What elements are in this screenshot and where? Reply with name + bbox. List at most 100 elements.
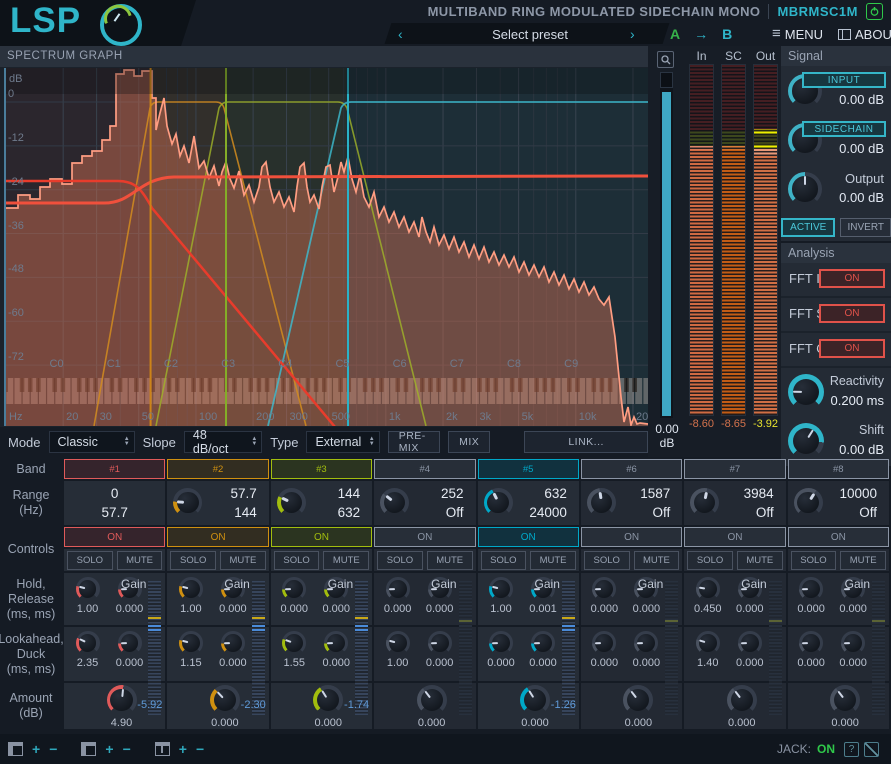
band-lookahead-knob[interactable]	[489, 631, 513, 655]
band-name-button[interactable]: #1	[64, 459, 165, 479]
band-hold-knob[interactable]	[799, 577, 823, 601]
mode-spinner[interactable]: ▲▼	[124, 437, 130, 447]
band-duck-knob[interactable]	[428, 631, 452, 655]
band-name-button[interactable]: #5	[478, 459, 579, 479]
minus-button[interactable]: −	[123, 743, 131, 755]
minus-button[interactable]: −	[196, 743, 204, 755]
band-solo-button[interactable]: SOLO	[481, 551, 527, 570]
band-lookahead-knob[interactable]	[76, 631, 100, 655]
band-on-button[interactable]: ON	[788, 527, 889, 547]
band-range-knob[interactable]	[794, 488, 823, 517]
mix-button[interactable]: MIX	[448, 431, 490, 453]
band-solo-button[interactable]: SOLO	[67, 551, 113, 570]
band-hold-knob[interactable]	[386, 577, 410, 601]
minus-button[interactable]: −	[49, 743, 57, 755]
slope-spinner[interactable]: ▲▼	[251, 437, 257, 447]
band-amount-knob[interactable]	[210, 685, 240, 715]
sidechain-button[interactable]: SIDECHAIN	[802, 121, 886, 137]
mode-select[interactable]: Classic ▲▼	[49, 431, 135, 453]
band-mute-button[interactable]: MUTE	[737, 551, 783, 570]
band-name-button[interactable]: #6	[581, 459, 682, 479]
band-hold-knob[interactable]	[179, 577, 203, 601]
text-layout-icon[interactable]	[155, 742, 170, 756]
band-on-button[interactable]: ON	[167, 527, 268, 547]
resize-icon[interactable]	[864, 742, 879, 757]
band-lookahead-knob[interactable]	[386, 631, 410, 655]
band-amount-knob[interactable]	[623, 685, 653, 715]
band-mute-button[interactable]: MUTE	[634, 551, 680, 570]
type-spinner[interactable]: ▲▼	[369, 437, 375, 447]
band-name-button[interactable]: #8	[788, 459, 889, 479]
layout-icon[interactable]	[81, 742, 96, 756]
band-on-button[interactable]: ON	[374, 527, 475, 547]
band-solo-button[interactable]: SOLO	[584, 551, 630, 570]
band-range-knob[interactable]	[380, 488, 409, 517]
slope-select[interactable]: 48 dB/oct ▲▼	[184, 431, 262, 453]
shift-knob[interactable]	[788, 423, 824, 459]
band-range-knob[interactable]	[587, 488, 616, 517]
ab-b-button[interactable]: B	[722, 26, 732, 42]
band-lookahead-knob[interactable]	[179, 631, 203, 655]
band-amount-knob[interactable]	[107, 685, 137, 715]
band-name-button[interactable]: #2	[167, 459, 268, 479]
plus-button[interactable]: +	[32, 743, 40, 755]
layout-icon[interactable]	[8, 742, 23, 756]
band-duck-knob[interactable]	[634, 631, 658, 655]
band-name-button[interactable]: #4	[374, 459, 475, 479]
band-amount-knob[interactable]	[417, 685, 447, 715]
band-on-button[interactable]: ON	[581, 527, 682, 547]
band-duck-knob[interactable]	[738, 631, 762, 655]
power-icon[interactable]	[866, 3, 883, 20]
band-range-knob[interactable]	[277, 488, 306, 517]
graph-zoom-button[interactable]	[657, 51, 674, 68]
graph-zoom-fader[interactable]	[660, 72, 673, 418]
band-solo-button[interactable]: SOLO	[170, 551, 216, 570]
preset-prev-button[interactable]: ‹	[398, 26, 403, 42]
invert-button[interactable]: INVERT	[840, 218, 891, 237]
band-hold-knob[interactable]	[696, 577, 720, 601]
fft-on-button[interactable]: ON	[819, 339, 885, 358]
ab-a-button[interactable]: A	[670, 26, 680, 42]
band-lookahead-knob[interactable]	[282, 631, 306, 655]
preset-next-button[interactable]: ›	[630, 26, 635, 42]
band-hold-knob[interactable]	[76, 577, 100, 601]
output-gain-knob[interactable]	[788, 172, 822, 206]
band-mute-button[interactable]: MUTE	[323, 551, 369, 570]
band-name-button[interactable]: #7	[684, 459, 785, 479]
active-button[interactable]: ACTIVE	[781, 218, 835, 237]
band-solo-button[interactable]: SOLO	[687, 551, 733, 570]
band-solo-button[interactable]: SOLO	[791, 551, 837, 570]
menu-button[interactable]: ≡ MENU	[772, 27, 823, 42]
band-lookahead-knob[interactable]	[592, 631, 616, 655]
reactivity-knob[interactable]	[788, 374, 824, 410]
band-hold-knob[interactable]	[489, 577, 513, 601]
band-hold-knob[interactable]	[282, 577, 306, 601]
band-duck-knob[interactable]	[531, 631, 555, 655]
band-mute-button[interactable]: MUTE	[220, 551, 266, 570]
band-solo-button[interactable]: SOLO	[274, 551, 320, 570]
band-mute-button[interactable]: MUTE	[530, 551, 576, 570]
band-duck-knob[interactable]	[324, 631, 348, 655]
band-on-button[interactable]: ON	[478, 527, 579, 547]
fader-handle[interactable]	[660, 72, 673, 88]
fft-on-button[interactable]: ON	[819, 269, 885, 288]
band-range-knob[interactable]	[484, 488, 513, 517]
ab-copy-arrow[interactable]: →	[694, 26, 708, 42]
fft-on-button[interactable]: ON	[819, 304, 885, 323]
link-button[interactable]: LINK...	[524, 431, 648, 453]
input-button[interactable]: INPUT	[802, 72, 886, 88]
premix-button[interactable]: PRE-MIX	[388, 431, 440, 453]
band-duck-knob[interactable]	[841, 631, 865, 655]
band-on-button[interactable]: ON	[271, 527, 372, 547]
band-hold-knob[interactable]	[592, 577, 616, 601]
preset-label[interactable]: Select preset	[450, 27, 610, 42]
band-on-button[interactable]: ON	[64, 527, 165, 547]
spectrum-graph-plot[interactable]: dB0-12-24-36-48-60-72Hz20305010020030050…	[4, 68, 648, 426]
band-mute-button[interactable]: MUTE	[840, 551, 886, 570]
band-solo-button[interactable]: SOLO	[377, 551, 423, 570]
band-on-button[interactable]: ON	[684, 527, 785, 547]
type-select[interactable]: External ▲▼	[306, 431, 379, 453]
band-amount-knob[interactable]	[830, 685, 860, 715]
band-range-knob[interactable]	[173, 488, 202, 517]
band-amount-knob[interactable]	[520, 685, 550, 715]
